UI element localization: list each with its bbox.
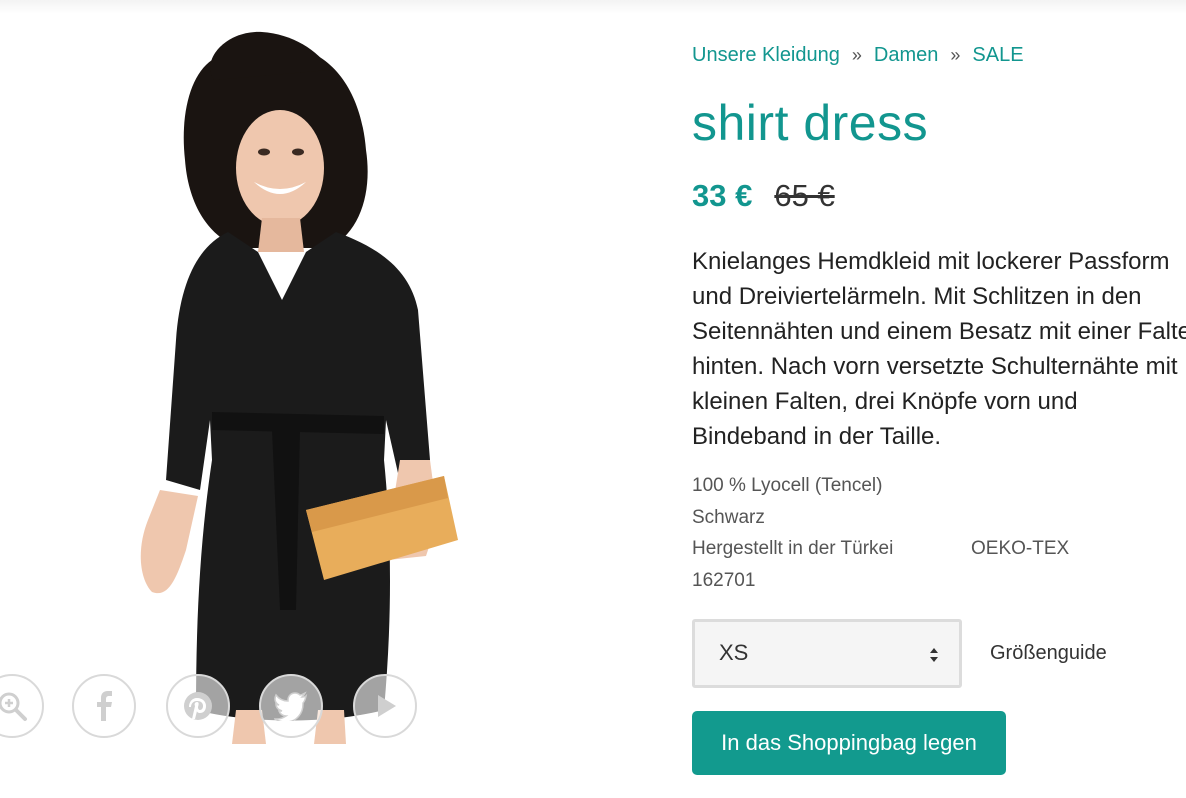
breadcrumb: Unsere Kleidung » Damen » SALE [692, 44, 1024, 67]
size-select[interactable]: XS [692, 619, 962, 688]
zoom-icon [0, 692, 27, 721]
material-text: 100 % Lyocell (Tencel) [692, 475, 883, 496]
description-line: und Dreiviertelärmeln. Mit Schlitzen in … [692, 283, 1142, 310]
model-photo [140, 31, 458, 744]
description-line: hinten. Nach vorn versetzte Schulternäht… [692, 353, 1178, 380]
breadcrumb-separator: » [851, 45, 862, 65]
article-number: 162701 [692, 569, 756, 591]
breadcrumb-link-kleidung[interactable]: Unsere Kleidung [692, 44, 840, 66]
product-title: shirt dress [692, 95, 929, 151]
add-to-bag-button[interactable]: In das Shoppingbag legen [692, 711, 1006, 775]
pinterest-share-button[interactable] [166, 674, 230, 738]
select-arrows-icon [930, 648, 938, 662]
color-text: Schwarz [692, 506, 765, 528]
certification-text: OEKO-TEX [971, 538, 1070, 560]
zoom-button[interactable] [0, 674, 44, 738]
size-guide-link[interactable]: Größenguide [990, 642, 1107, 665]
video-play-button[interactable] [353, 674, 417, 738]
twitter-icon [274, 691, 308, 721]
sale-price: 33 € [692, 178, 753, 213]
product-image[interactable] [0, 20, 560, 744]
top-bar [0, 0, 1186, 14]
original-price: 65 € [774, 178, 835, 213]
facebook-icon [97, 691, 112, 721]
play-icon [378, 695, 396, 717]
breadcrumb-separator: » [950, 45, 961, 65]
size-select-value: XS [719, 640, 749, 665]
pinterest-icon [184, 692, 212, 720]
product-description: Knielanges Hemdkleid mit lockerer Passfo… [692, 244, 1186, 454]
twitter-share-button[interactable] [259, 674, 323, 738]
description-line: kleinen Falten, drei Knöpfe vorn und [692, 388, 1078, 415]
description-line: Bindeband in der Taille. [692, 423, 942, 450]
model-face [236, 110, 324, 226]
breadcrumb-link-sale[interactable]: SALE [972, 44, 1023, 66]
origin-text: Hergestellt in der Türkei [692, 538, 894, 560]
product-details: 100 % Lyocell (Tencel) Schwarz Hergestel… [692, 470, 1069, 596]
facebook-share-button[interactable] [72, 674, 136, 738]
description-line: Knielanges Hemdkleid mit lockerer Passfo… [692, 248, 1170, 275]
share-icons [0, 674, 560, 746]
price-block: 33 € 65 € [692, 178, 835, 214]
breadcrumb-link-damen[interactable]: Damen [874, 44, 938, 66]
description-line: Seitennähten und einem Besatz mit einer … [692, 318, 1186, 345]
